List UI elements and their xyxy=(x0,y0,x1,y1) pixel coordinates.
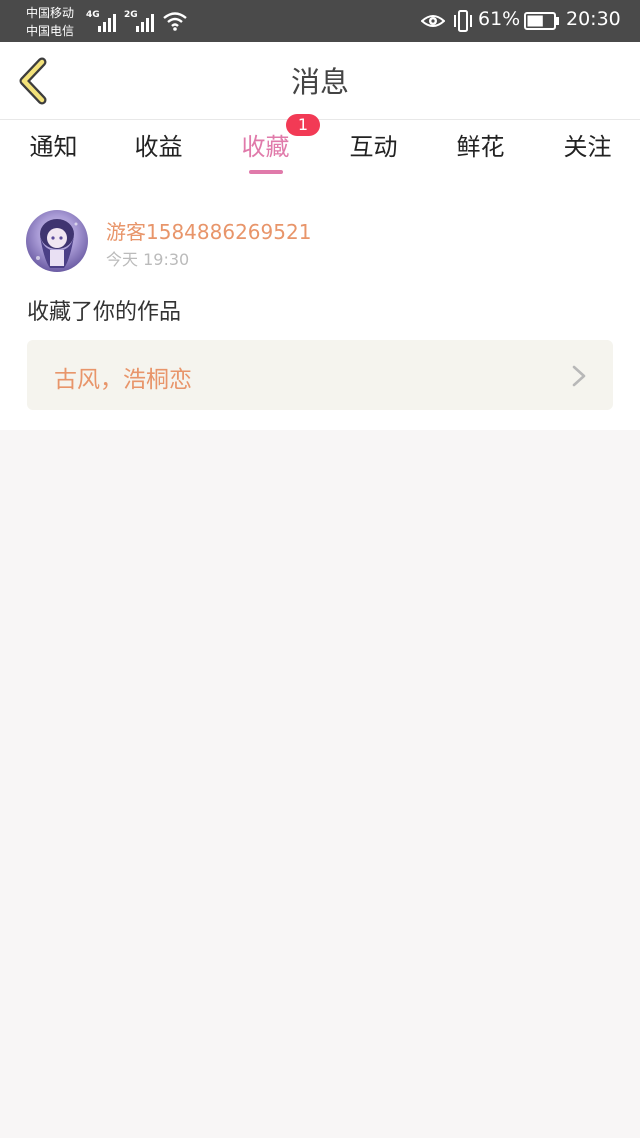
clock: 20:30 xyxy=(566,8,621,30)
action-text: 收藏了你的作品 xyxy=(27,300,182,325)
tab-follows[interactable]: 关注 xyxy=(534,120,640,182)
timestamp: 今天 19:30 xyxy=(106,250,190,269)
message-item: 游客1584886269521 今天 19:30 收藏了你的作品 古风，浩桐恋 xyxy=(0,182,640,430)
carrier-info: 中国移动 中国电信 xyxy=(26,4,74,40)
eye-icon xyxy=(421,15,445,27)
tab-flowers[interactable]: 鲜花 xyxy=(427,120,534,182)
tab-interactions[interactable]: 互动 xyxy=(320,120,427,182)
page-title: 消息 xyxy=(290,65,349,99)
battery-icon xyxy=(524,12,559,30)
status-bar: 中国移动 中国电信 4G 2G 61% 20:30 xyxy=(0,0,640,42)
avatar[interactable] xyxy=(26,210,88,272)
work-title: 古风，浩桐恋 xyxy=(54,367,192,393)
tab-label: 鲜花 xyxy=(456,133,505,161)
tab-label: 收藏 xyxy=(241,133,290,161)
tab-label: 互动 xyxy=(349,133,398,161)
tab-earnings[interactable]: 收益 xyxy=(105,120,212,182)
chevron-right-icon xyxy=(572,365,586,387)
tab-notifications[interactable]: 通知 xyxy=(0,120,107,182)
tab-label: 通知 xyxy=(29,133,78,161)
tab-bar: 通知 收益 收藏 互动 鲜花 关注 xyxy=(0,120,640,182)
tab-label: 收益 xyxy=(134,133,183,161)
battery-percent: 61% xyxy=(478,8,521,30)
username[interactable]: 游客1584886269521 xyxy=(106,216,311,245)
carrier-1: 中国移动 xyxy=(26,6,75,20)
active-tab-indicator xyxy=(249,170,283,174)
nav-bar: 消息 xyxy=(0,42,640,120)
tab-label: 关注 xyxy=(563,133,612,161)
avatar-image xyxy=(36,219,78,268)
unread-badge: 1 xyxy=(286,114,320,136)
carrier-2: 中国电信 xyxy=(26,24,75,38)
wifi-icon xyxy=(163,12,187,31)
vibrate-icon xyxy=(454,10,472,32)
work-card[interactable]: 古风，浩桐恋 xyxy=(27,340,613,410)
